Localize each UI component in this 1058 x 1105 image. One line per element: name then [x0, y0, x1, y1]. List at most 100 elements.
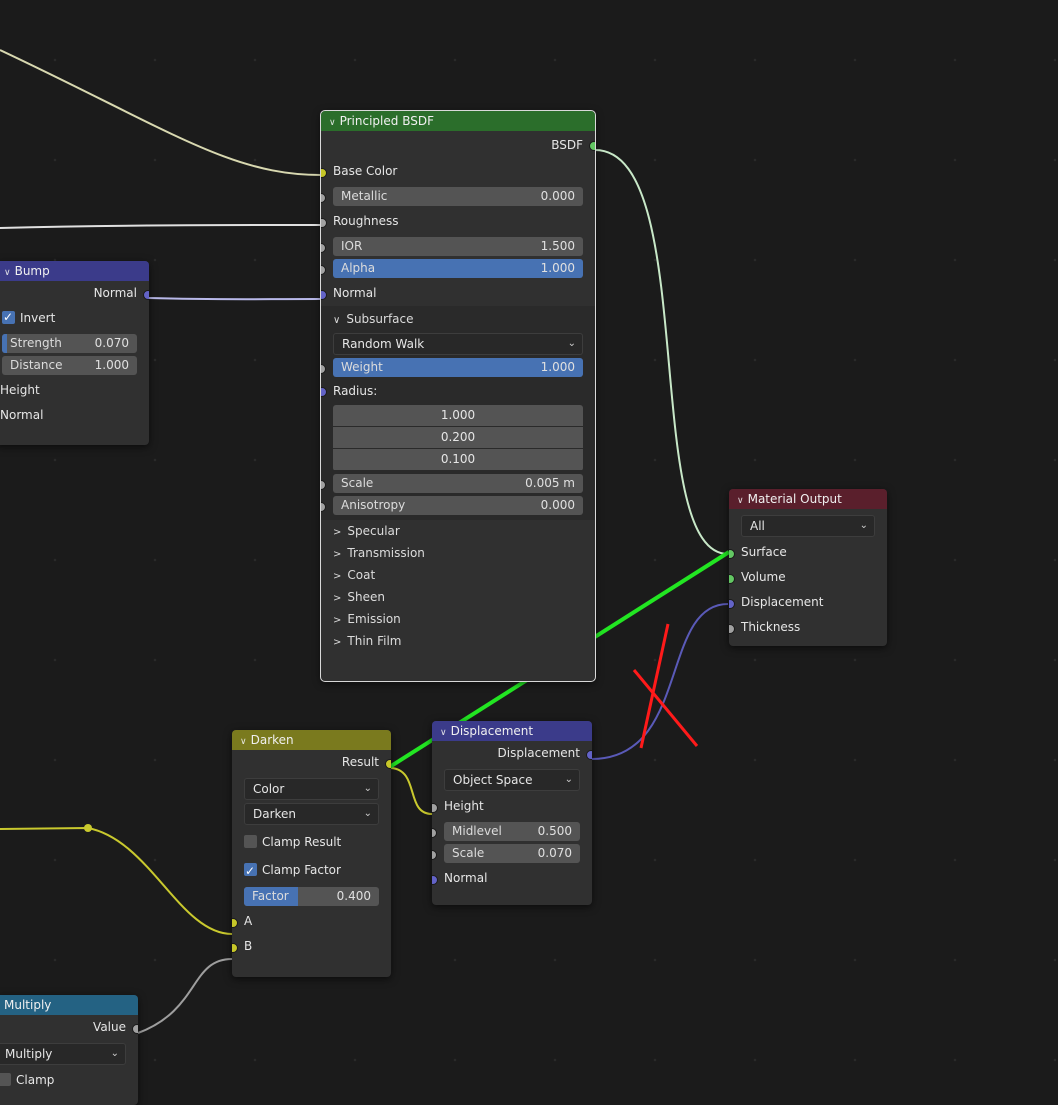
midlevel-socket[interactable] [432, 827, 437, 838]
ior-socket[interactable] [321, 242, 326, 253]
displacement-input-label: Displacement [741, 595, 824, 609]
bsdf-output-row: BSDF [321, 131, 595, 159]
radius-y-field[interactable]: 0.200 [333, 427, 583, 448]
clamp-result-row[interactable]: Clamp Result [232, 828, 391, 856]
strength-label: Strength [10, 336, 62, 350]
distance-field[interactable]: Distance 1.000 [2, 356, 137, 375]
math-multiply-node[interactable]: Multiply Value Multiply ⌄ Clamp [0, 995, 138, 1105]
link-to-base-color [0, 49, 322, 176]
input-a-row: A [232, 909, 391, 934]
roughness-label: Roughness [333, 214, 399, 228]
darken-title: Darken [250, 733, 294, 747]
normal-socket[interactable] [321, 289, 327, 300]
displacement-header[interactable]: ∨ Displacement [432, 721, 592, 741]
bump-node[interactable]: ∨Bump Normal Invert Strength 0.070 Dista… [0, 261, 149, 445]
surface-socket[interactable] [729, 548, 735, 559]
base-color-socket[interactable] [321, 167, 327, 178]
chevron-down-icon[interactable]: ∨ [440, 728, 447, 738]
material-output-title: Material Output [747, 492, 842, 506]
strength-field[interactable]: Strength 0.070 [2, 334, 137, 353]
bump-normal-output-socket[interactable] [143, 289, 149, 300]
chevron-down-icon[interactable]: ∨ [240, 737, 247, 747]
subsurface-panel-toggle[interactable]: ∨ Subsurface [321, 308, 595, 330]
subsurface-panel: ∨ Subsurface Random Walk ⌄ Weight 1.000 R… [321, 306, 595, 520]
anisotropy-field[interactable]: Anisotropy 0.000 [321, 496, 583, 515]
principled-bsdf-node[interactable]: ∨ Principled BSDF BSDF Base Color Metalli… [320, 110, 596, 682]
scale-socket[interactable] [321, 479, 326, 490]
subsurface-method-select[interactable]: Random Walk ⌄ [333, 333, 583, 355]
sheen-panel-toggle[interactable]: > Sheen [321, 586, 595, 608]
sheen-label: Sheen [347, 590, 385, 604]
strength-fill [2, 334, 8, 353]
roughness-socket[interactable] [321, 217, 327, 228]
weight-socket[interactable] [321, 363, 326, 374]
multiply-title: Multiply [4, 998, 52, 1012]
chevron-down-icon[interactable]: ∨ [737, 496, 744, 506]
radius-z-field[interactable]: 0.100 [333, 449, 583, 470]
bump-normal-output-label: Normal [93, 286, 137, 300]
displacement-normal-socket[interactable] [432, 874, 438, 885]
clamp-result-checkbox[interactable] [244, 835, 257, 848]
metallic-socket[interactable] [321, 192, 326, 203]
output-target-select[interactable]: All ⌄ [741, 515, 875, 537]
midlevel-field[interactable]: Midlevel 0.500 [432, 822, 580, 841]
alpha-field[interactable]: Alpha 1.000 [321, 259, 583, 278]
displacement-normal-row: Normal [432, 866, 592, 891]
blend-mode-select[interactable]: Darken ⌄ [244, 803, 379, 825]
coat-panel-toggle[interactable]: > Coat [321, 564, 595, 586]
midlevel-value: 0.500 [537, 824, 572, 838]
anisotropy-socket[interactable] [321, 501, 326, 512]
displacement-output-socket[interactable] [586, 749, 592, 760]
surface-label: Surface [741, 545, 787, 559]
clamp-factor-checkbox[interactable] [244, 857, 257, 885]
displacement-height-socket[interactable] [432, 802, 438, 813]
input-b-socket[interactable] [232, 942, 238, 953]
bump-normal-input-row: Normal [0, 403, 149, 428]
clamp-checkbox[interactable] [0, 1073, 11, 1086]
scale-label: Scale [341, 476, 374, 490]
material-output-header[interactable]: ∨ Material Output [729, 489, 887, 509]
weight-field[interactable]: Weight 1.000 [321, 358, 583, 377]
bsdf-output-socket[interactable] [589, 141, 595, 151]
space-select[interactable]: Object Space ⌄ [444, 769, 580, 791]
displacement-node[interactable]: ∨ Displacement Displacement Object Space … [432, 721, 592, 905]
invert-checkbox[interactable] [2, 305, 15, 330]
clamp-factor-row[interactable]: Clamp Factor [232, 856, 391, 885]
volume-socket[interactable] [729, 573, 735, 584]
thickness-socket[interactable] [729, 623, 735, 634]
chevron-down-icon: ⌄ [859, 520, 868, 531]
displacement-output-row: Displacement [432, 741, 592, 766]
darken-mix-node[interactable]: ∨ Darken Result Color ⌄ Darken ⌄ Clamp Re… [232, 730, 391, 977]
clamp-row[interactable]: Clamp [0, 1068, 138, 1093]
thin-film-panel-toggle[interactable]: > Thin Film [321, 630, 595, 652]
alpha-socket[interactable] [321, 264, 326, 275]
multiply-header[interactable]: Multiply [0, 995, 138, 1015]
chevron-down-icon[interactable]: ∨ [4, 268, 11, 278]
operation-select[interactable]: Multiply ⌄ [0, 1043, 126, 1065]
value-output-socket[interactable] [132, 1023, 138, 1034]
invert-checkbox-row[interactable]: Invert [0, 305, 149, 331]
displacement-scale-socket[interactable] [432, 849, 437, 860]
darken-header[interactable]: ∨ Darken [232, 730, 391, 750]
link-to-roughness [0, 224, 322, 229]
scale-field[interactable]: Scale 0.005 m [321, 474, 583, 493]
data-type-select[interactable]: Color ⌄ [244, 778, 379, 800]
displacement-scale-field[interactable]: Scale 0.070 [432, 844, 580, 863]
input-a-socket[interactable] [232, 917, 238, 928]
ior-field[interactable]: IOR 1.500 [321, 237, 583, 256]
anisotropy-label: Anisotropy [341, 498, 406, 512]
displacement-input-socket[interactable] [729, 598, 735, 609]
specular-panel-toggle[interactable]: > Specular [321, 520, 595, 542]
result-output-socket[interactable] [385, 758, 391, 769]
chevron-down-icon[interactable]: ∨ [329, 118, 336, 128]
factor-field[interactable]: Factor 0.400 [244, 887, 379, 906]
base-color-row: Base Color [321, 159, 595, 184]
principled-bsdf-header[interactable]: ∨ Principled BSDF [321, 111, 595, 131]
material-output-node[interactable]: ∨ Material Output All ⌄ Surface Volume Di… [729, 489, 887, 646]
bump-header[interactable]: ∨ Bump [0, 261, 149, 281]
radius-x-field[interactable]: 1.000 [333, 405, 583, 426]
emission-panel-toggle[interactable]: > Emission [321, 608, 595, 630]
radius-socket[interactable] [321, 387, 327, 397]
metallic-field[interactable]: Metallic 0.000 [321, 187, 583, 206]
transmission-panel-toggle[interactable]: > Transmission [321, 542, 595, 564]
